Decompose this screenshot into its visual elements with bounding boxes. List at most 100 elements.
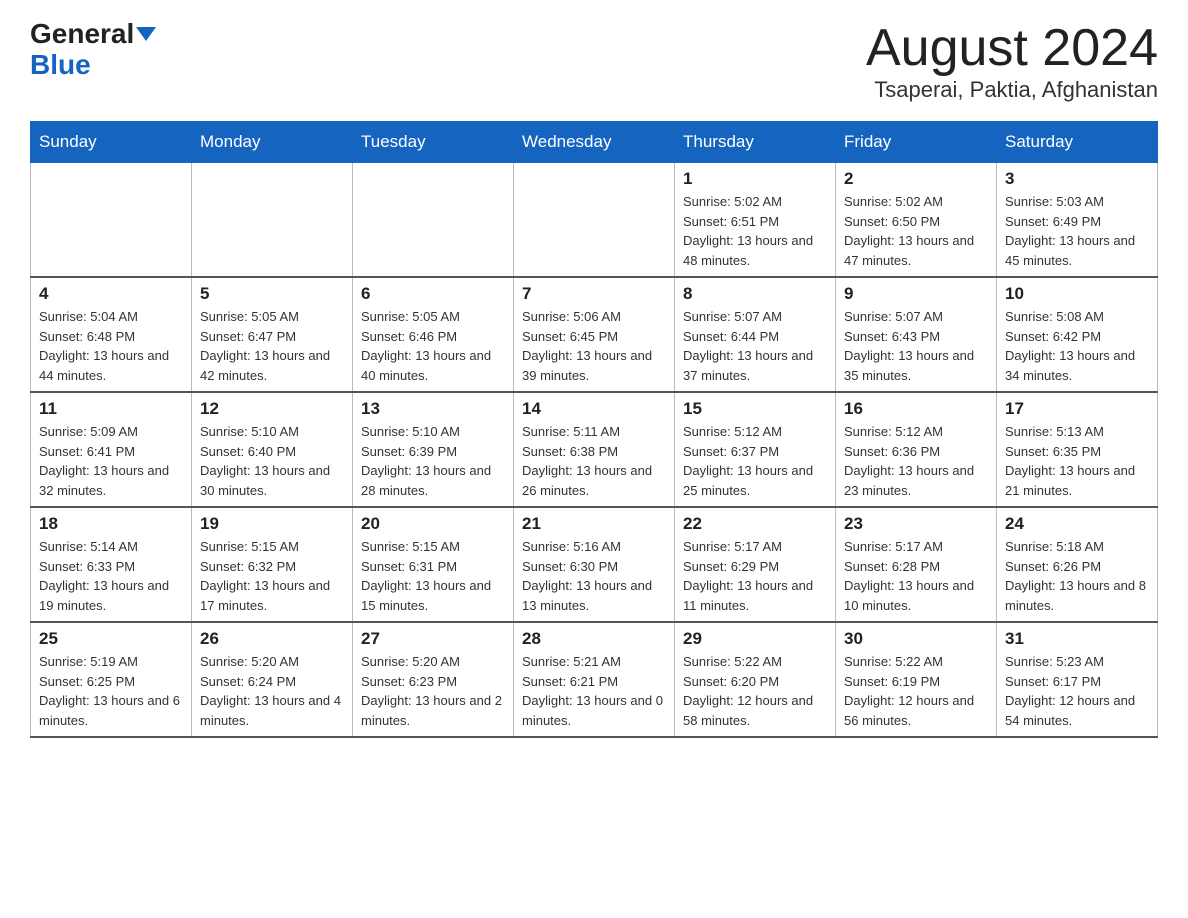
day-number: 27 (361, 629, 505, 649)
table-row: 2 Sunrise: 5:02 AM Sunset: 6:50 PM Daylig… (836, 163, 997, 278)
header-friday: Friday (836, 122, 997, 163)
table-row: 13 Sunrise: 5:10 AM Sunset: 6:39 PM Dayli… (353, 392, 514, 507)
day-number: 9 (844, 284, 988, 304)
logo: General Blue (30, 20, 156, 81)
table-row: 14Sunrise: 5:11 AM Sunset: 6:38 PM Dayli… (514, 392, 675, 507)
day-info: Sunrise: 5:13 AM Sunset: 6:35 PM Dayligh… (1005, 422, 1149, 500)
header-monday: Monday (192, 122, 353, 163)
day-info: Sunrise: 5:21 AM Sunset: 6:21 PM Dayligh… (522, 652, 666, 730)
day-number: 6 (361, 284, 505, 304)
day-info: Sunrise: 5:22 AM Sunset: 6:20 PM Dayligh… (683, 652, 827, 730)
table-row: 3Sunrise: 5:03 AM Sunset: 6:49 PM Daylig… (997, 163, 1158, 278)
day-info: Sunrise: 5:02 AM Sunset: 6:50 PM Dayligh… (844, 192, 988, 270)
day-info: Sunrise: 5:04 AM Sunset: 6:48 PM Dayligh… (39, 307, 183, 385)
day-number: 10 (1005, 284, 1149, 304)
day-number: 15 (683, 399, 827, 419)
title-block: August 2024 Tsaperai, Paktia, Afghanista… (866, 20, 1158, 103)
table-row: 18 Sunrise: 5:14 AM Sunset: 6:33 PM Dayli… (31, 507, 192, 622)
header-wednesday: Wednesday (514, 122, 675, 163)
header-saturday: Saturday (997, 122, 1158, 163)
table-row: 9Sunrise: 5:07 AM Sunset: 6:43 PM Daylig… (836, 277, 997, 392)
table-row: 28 Sunrise: 5:21 AM Sunset: 6:21 PM Dayli… (514, 622, 675, 737)
table-row: 24 Sunrise: 5:18 AM Sunset: 6:26 PM Dayli… (997, 507, 1158, 622)
day-number: 1 (683, 169, 827, 189)
logo-text-general: General (30, 20, 134, 48)
header-thursday: Thursday (675, 122, 836, 163)
day-number: 28 (522, 629, 666, 649)
table-row: 12 Sunrise: 5:10 AM Sunset: 6:40 PM Dayli… (192, 392, 353, 507)
day-info: Sunrise: 5:17 AM Sunset: 6:28 PM Dayligh… (844, 537, 988, 615)
day-number: 2 (844, 169, 988, 189)
table-row: 7Sunrise: 5:06 AM Sunset: 6:45 PM Daylig… (514, 277, 675, 392)
day-number: 5 (200, 284, 344, 304)
day-number: 31 (1005, 629, 1149, 649)
calendar-subtitle: Tsaperai, Paktia, Afghanistan (866, 77, 1158, 103)
day-info: Sunrise: 5:15 AM Sunset: 6:31 PM Dayligh… (361, 537, 505, 615)
day-number: 12 (200, 399, 344, 419)
day-info: Sunrise: 5:14 AM Sunset: 6:33 PM Dayligh… (39, 537, 183, 615)
day-info: Sunrise: 5:11 AM Sunset: 6:38 PM Dayligh… (522, 422, 666, 500)
day-info: Sunrise: 5:09 AM Sunset: 6:41 PM Dayligh… (39, 422, 183, 500)
day-number: 7 (522, 284, 666, 304)
day-info: Sunrise: 5:20 AM Sunset: 6:23 PM Dayligh… (361, 652, 505, 730)
day-info: Sunrise: 5:17 AM Sunset: 6:29 PM Dayligh… (683, 537, 827, 615)
day-info: Sunrise: 5:05 AM Sunset: 6:46 PM Dayligh… (361, 307, 505, 385)
table-row (31, 163, 192, 278)
calendar-week-row: 4Sunrise: 5:04 AM Sunset: 6:48 PM Daylig… (31, 277, 1158, 392)
day-number: 3 (1005, 169, 1149, 189)
day-number: 20 (361, 514, 505, 534)
table-row: 30 Sunrise: 5:22 AM Sunset: 6:19 PM Dayli… (836, 622, 997, 737)
table-row: 26Sunrise: 5:20 AM Sunset: 6:24 PM Dayli… (192, 622, 353, 737)
calendar-table: Sunday Monday Tuesday Wednesday Thursday… (30, 121, 1158, 738)
day-number: 25 (39, 629, 183, 649)
table-row: 11 Sunrise: 5:09 AM Sunset: 6:41 PM Dayli… (31, 392, 192, 507)
day-number: 16 (844, 399, 988, 419)
logo-text-blue: Blue (30, 50, 91, 81)
calendar-week-row: 1 Sunrise: 5:02 AM Sunset: 6:51 PM Daylig… (31, 163, 1158, 278)
logo-triangle-icon (136, 27, 156, 41)
day-number: 17 (1005, 399, 1149, 419)
day-info: Sunrise: 5:15 AM Sunset: 6:32 PM Dayligh… (200, 537, 344, 615)
table-row: 20 Sunrise: 5:15 AM Sunset: 6:31 PM Dayli… (353, 507, 514, 622)
calendar-title: August 2024 (866, 20, 1158, 77)
table-row: 25Sunrise: 5:19 AM Sunset: 6:25 PM Dayli… (31, 622, 192, 737)
table-row: 16 Sunrise: 5:12 AM Sunset: 6:36 PM Dayli… (836, 392, 997, 507)
table-row: 29Sunrise: 5:22 AM Sunset: 6:20 PM Dayli… (675, 622, 836, 737)
table-row: 21 Sunrise: 5:16 AM Sunset: 6:30 PM Dayli… (514, 507, 675, 622)
day-number: 19 (200, 514, 344, 534)
day-info: Sunrise: 5:12 AM Sunset: 6:37 PM Dayligh… (683, 422, 827, 500)
table-row (514, 163, 675, 278)
day-number: 22 (683, 514, 827, 534)
page-header: General Blue August 2024 Tsaperai, Pakti… (30, 20, 1158, 103)
day-info: Sunrise: 5:05 AM Sunset: 6:47 PM Dayligh… (200, 307, 344, 385)
table-row: 22 Sunrise: 5:17 AM Sunset: 6:29 PM Dayli… (675, 507, 836, 622)
day-info: Sunrise: 5:02 AM Sunset: 6:51 PM Dayligh… (683, 192, 827, 270)
day-number: 11 (39, 399, 183, 419)
day-info: Sunrise: 5:10 AM Sunset: 6:40 PM Dayligh… (200, 422, 344, 500)
day-info: Sunrise: 5:12 AM Sunset: 6:36 PM Dayligh… (844, 422, 988, 500)
header-sunday: Sunday (31, 122, 192, 163)
day-number: 13 (361, 399, 505, 419)
table-row: 4Sunrise: 5:04 AM Sunset: 6:48 PM Daylig… (31, 277, 192, 392)
calendar-header-row: Sunday Monday Tuesday Wednesday Thursday… (31, 122, 1158, 163)
table-row: 1 Sunrise: 5:02 AM Sunset: 6:51 PM Daylig… (675, 163, 836, 278)
table-row: 27 Sunrise: 5:20 AM Sunset: 6:23 PM Dayli… (353, 622, 514, 737)
day-number: 30 (844, 629, 988, 649)
calendar-week-row: 25Sunrise: 5:19 AM Sunset: 6:25 PM Dayli… (31, 622, 1158, 737)
table-row: 17 Sunrise: 5:13 AM Sunset: 6:35 PM Dayli… (997, 392, 1158, 507)
day-number: 26 (200, 629, 344, 649)
table-row: 6 Sunrise: 5:05 AM Sunset: 6:46 PM Daylig… (353, 277, 514, 392)
day-number: 24 (1005, 514, 1149, 534)
day-info: Sunrise: 5:23 AM Sunset: 6:17 PM Dayligh… (1005, 652, 1149, 730)
day-number: 8 (683, 284, 827, 304)
day-number: 21 (522, 514, 666, 534)
day-info: Sunrise: 5:18 AM Sunset: 6:26 PM Dayligh… (1005, 537, 1149, 615)
day-number: 18 (39, 514, 183, 534)
day-info: Sunrise: 5:22 AM Sunset: 6:19 PM Dayligh… (844, 652, 988, 730)
day-info: Sunrise: 5:16 AM Sunset: 6:30 PM Dayligh… (522, 537, 666, 615)
calendar-week-row: 11 Sunrise: 5:09 AM Sunset: 6:41 PM Dayli… (31, 392, 1158, 507)
day-info: Sunrise: 5:10 AM Sunset: 6:39 PM Dayligh… (361, 422, 505, 500)
day-number: 23 (844, 514, 988, 534)
table-row: 31 Sunrise: 5:23 AM Sunset: 6:17 PM Dayli… (997, 622, 1158, 737)
header-tuesday: Tuesday (353, 122, 514, 163)
